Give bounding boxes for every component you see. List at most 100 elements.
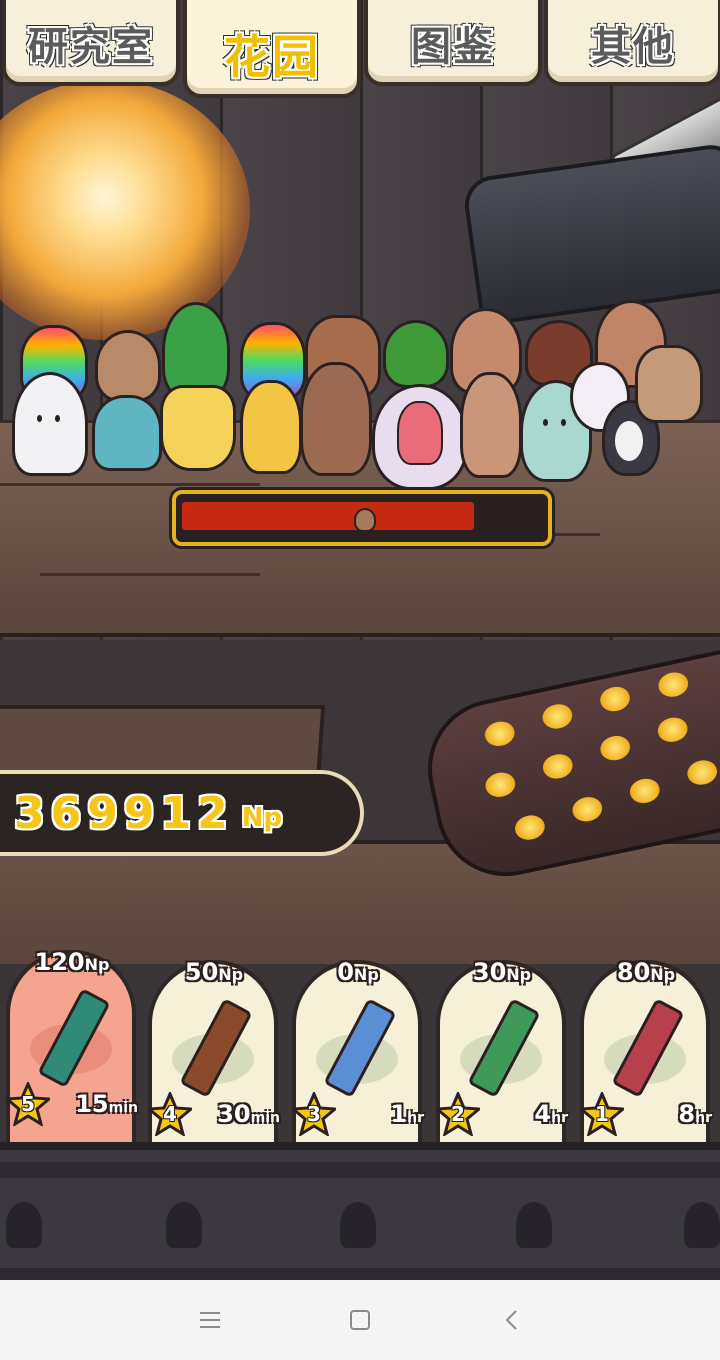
price-value: 0 — [337, 958, 354, 986]
price-value: 50 — [184, 958, 219, 986]
fertilizer-card[interactable]: 120Np 5 15min — [3, 948, 138, 1150]
price-value: 80 — [616, 958, 651, 986]
jellyfish-ornament — [684, 1202, 720, 1248]
star-rating: 3 — [307, 1102, 321, 1126]
system-nav-bar — [0, 1280, 720, 1360]
roller-light — [540, 751, 575, 782]
price-unit: Np — [506, 965, 532, 984]
eye — [543, 419, 548, 426]
roller-light — [570, 794, 605, 825]
tab-encyclopedia[interactable]: 图鉴 — [364, 0, 542, 86]
time-value: 8 — [678, 1100, 696, 1128]
eye — [561, 419, 566, 426]
decorative-footer — [0, 1142, 720, 1280]
squid-character[interactable] — [12, 372, 88, 476]
fertilizer-selector: 120Np 5 15min 50Np 4 30min 0Np 3 1hr 30Np 2 4hr 80Np… — [0, 940, 720, 1150]
yellow-mushroom-character[interactable] — [240, 380, 302, 474]
tab-label: 研究室 — [28, 24, 154, 70]
clam-mushroom-character[interactable] — [372, 384, 468, 490]
grow-time: 15min — [50, 1090, 138, 1118]
time-unit: hr — [695, 1110, 712, 1126]
np-amount: 369912 — [14, 787, 234, 839]
jellyfish-ornament — [6, 1202, 42, 1248]
time-value: 30 — [217, 1100, 251, 1128]
grow-time: 30min — [192, 1100, 280, 1128]
mushroom-character[interactable] — [460, 372, 522, 478]
grow-time: 8hr — [624, 1100, 712, 1128]
shelf-grain — [0, 483, 260, 486]
home-square-icon[interactable] — [340, 1302, 380, 1338]
np-counter: 369912 Np — [0, 770, 364, 856]
fertilizer-price: 120Np — [2, 948, 142, 976]
eye — [37, 415, 42, 422]
roller-light — [482, 718, 517, 749]
star-rating: 5 — [21, 1092, 35, 1116]
mushroom-character[interactable] — [300, 362, 372, 476]
mushroom-icon — [354, 508, 376, 532]
time-value: 15 — [75, 1090, 109, 1118]
time-unit: min — [250, 1110, 280, 1126]
roller-light — [655, 714, 690, 745]
tab-other[interactable]: 其他 — [544, 0, 720, 86]
back-chevron-icon[interactable] — [492, 1302, 532, 1338]
star-rating: 2 — [451, 1102, 465, 1126]
garden-scene[interactable]: 369912 Np 120Np 5 15min 50Np 4 30min 0Np 3 1hr 30… — [0, 0, 720, 1280]
roller-light — [597, 684, 633, 714]
growth-progress-fill — [182, 502, 474, 530]
price-unit: Np — [218, 965, 244, 984]
green-mushroom-character[interactable] — [383, 320, 449, 388]
star-icon: 4 — [145, 1090, 195, 1138]
price-unit: Np — [353, 965, 379, 984]
time-value: 1 — [390, 1100, 408, 1128]
fertilizer-card[interactable]: 30Np 2 4hr — [433, 958, 568, 1150]
pink-mushroom — [397, 401, 443, 465]
time-unit: hr — [551, 1110, 568, 1126]
leaf-mushroom-character[interactable] — [162, 302, 230, 398]
star-icon: 5 — [3, 1080, 53, 1128]
time-unit: hr — [407, 1110, 424, 1126]
menu-icon[interactable] — [190, 1302, 230, 1338]
shelf-grain — [40, 573, 260, 576]
roller-light — [598, 733, 633, 763]
roller-light — [656, 669, 691, 700]
time-unit: min — [108, 1100, 138, 1116]
roller-light — [483, 769, 518, 800]
tab-label: 其他 — [591, 24, 675, 70]
penguin-belly — [615, 421, 643, 461]
star-icon: 2 — [433, 1090, 483, 1138]
yellow-mushroom-character[interactable] — [160, 385, 236, 471]
jellyfish-ornament — [516, 1202, 552, 1248]
tab-lab[interactable]: 研究室 — [2, 0, 180, 86]
fertilizer-card[interactable]: 0Np 3 1hr — [289, 958, 424, 1150]
mushroom-character[interactable] — [95, 330, 161, 402]
star-rating: 4 — [163, 1102, 177, 1126]
star-rating: 1 — [595, 1102, 609, 1126]
mustache-mushroom-character[interactable] — [635, 345, 703, 423]
fertilizer-price: 50Np — [144, 958, 284, 986]
jellyfish-ornament — [340, 1202, 376, 1248]
roller-light — [627, 776, 662, 806]
tab-garden[interactable]: 花园 — [183, 0, 361, 98]
roller-light — [512, 812, 548, 843]
grow-time: 1hr — [336, 1100, 424, 1128]
price-value: 30 — [472, 958, 507, 986]
star-icon: 3 — [289, 1090, 339, 1138]
fertilizer-card[interactable]: 50Np 4 30min — [145, 958, 280, 1150]
anglerfish-character[interactable] — [92, 395, 162, 471]
star-icon: 1 — [577, 1090, 627, 1138]
roller-light — [540, 701, 575, 732]
fertilizer-price: 0Np — [288, 958, 428, 986]
tab-label: 图鉴 — [411, 24, 495, 70]
np-unit: Np — [241, 803, 283, 833]
roller-light — [685, 757, 720, 788]
price-unit: Np — [650, 965, 676, 984]
fertilizer-price: 80Np — [576, 958, 716, 986]
deco-band — [0, 1162, 720, 1178]
tab-label: 花园 — [224, 30, 320, 84]
growth-progress-bar — [172, 490, 552, 546]
eye — [55, 415, 60, 422]
fertilizer-card[interactable]: 80Np 1 8hr — [577, 958, 712, 1150]
grow-time: 4hr — [480, 1100, 568, 1128]
deco-band — [0, 1268, 720, 1280]
time-value: 4 — [534, 1100, 552, 1128]
